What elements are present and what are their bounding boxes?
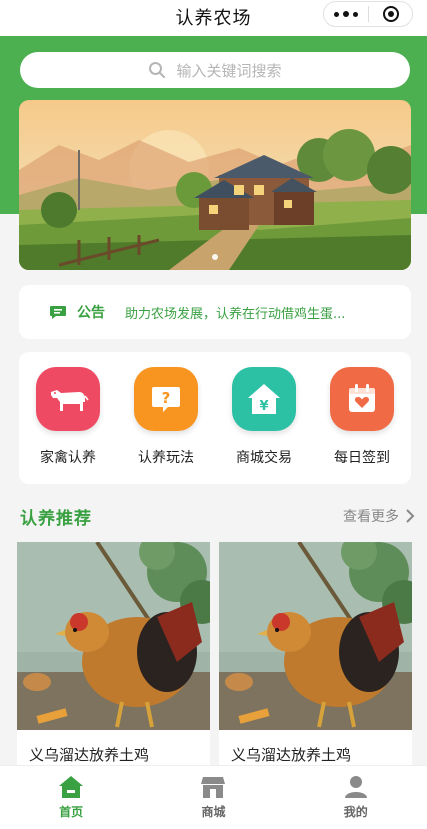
title-bar: 认养农场 (0, 0, 427, 36)
menu-item-daily-checkin[interactable]: 每日签到 (322, 367, 402, 484)
quick-menu: 家禽认养 ? 认养玩法 ¥ 商城交易 每日签到 (19, 352, 411, 484)
user-icon (344, 776, 367, 798)
question-icon: ? (134, 367, 198, 431)
tab-home[interactable]: 首页 (31, 775, 111, 820)
menu-label: 家禽认养 (40, 450, 96, 466)
menu-item-poultry-adoption[interactable]: 家禽认养 (28, 367, 108, 484)
announcement-bar[interactable]: 公告 助力农场发展，认养在行动借鸡生蛋... (19, 285, 411, 339)
search-input[interactable]: 输入关键词搜索 (20, 52, 410, 88)
section-title: 认养推荐 (20, 508, 92, 529)
mini-program-capsule (323, 1, 413, 27)
product-name: 义乌溜达放养土鸡 (231, 746, 352, 764)
menu-label: 商城交易 (236, 450, 292, 466)
product-card[interactable]: 义乌溜达放养土鸡 (219, 542, 412, 782)
more-dots-icon (334, 11, 339, 17)
tab-label: 我的 (343, 805, 368, 819)
more-menu-button[interactable] (324, 2, 368, 26)
product-name: 义乌溜达放养土鸡 (29, 746, 150, 764)
bottom-tab-bar: 首页 商城 我的 (0, 765, 427, 829)
view-more-link[interactable]: 查看更多 (343, 506, 415, 526)
recommend-section-header: 认养推荐 查看更多 (20, 502, 415, 530)
chevron-right-icon (406, 509, 415, 523)
chicken-image (219, 542, 412, 730)
search-placeholder: 输入关键词搜索 (176, 61, 282, 80)
menu-item-mall-trading[interactable]: ¥ 商城交易 (224, 367, 304, 484)
view-more-label: 查看更多 (343, 509, 399, 525)
banner-carousel[interactable] (19, 100, 411, 270)
shop-house-icon: ¥ (232, 367, 296, 431)
svg-text:?: ? (162, 389, 171, 407)
tab-label: 首页 (59, 805, 84, 819)
carousel-indicator (19, 254, 411, 260)
cow-icon (36, 367, 100, 431)
farm-landscape-image (19, 100, 411, 270)
tab-mall[interactable]: 商城 (173, 775, 253, 820)
message-icon (50, 306, 66, 319)
svg-text:¥: ¥ (259, 399, 268, 414)
store-icon (201, 777, 226, 798)
menu-item-adoption-rules[interactable]: ? 认养玩法 (126, 367, 206, 484)
tab-profile[interactable]: 我的 (316, 775, 396, 820)
close-program-button[interactable] (369, 2, 412, 26)
tab-label: 商城 (201, 805, 226, 819)
announcement-label: 公告 (77, 305, 105, 321)
menu-label: 认养玩法 (138, 450, 194, 466)
home-icon (59, 776, 84, 798)
chicken-image (17, 542, 210, 730)
product-card[interactable]: 义乌溜达放养土鸡 (17, 542, 210, 782)
calendar-heart-icon (330, 367, 394, 431)
search-icon (149, 62, 166, 78)
target-icon (382, 6, 399, 22)
menu-label: 每日签到 (334, 450, 390, 466)
announcement-text: 助力农场发展，认养在行动借鸡生蛋... (125, 306, 346, 322)
